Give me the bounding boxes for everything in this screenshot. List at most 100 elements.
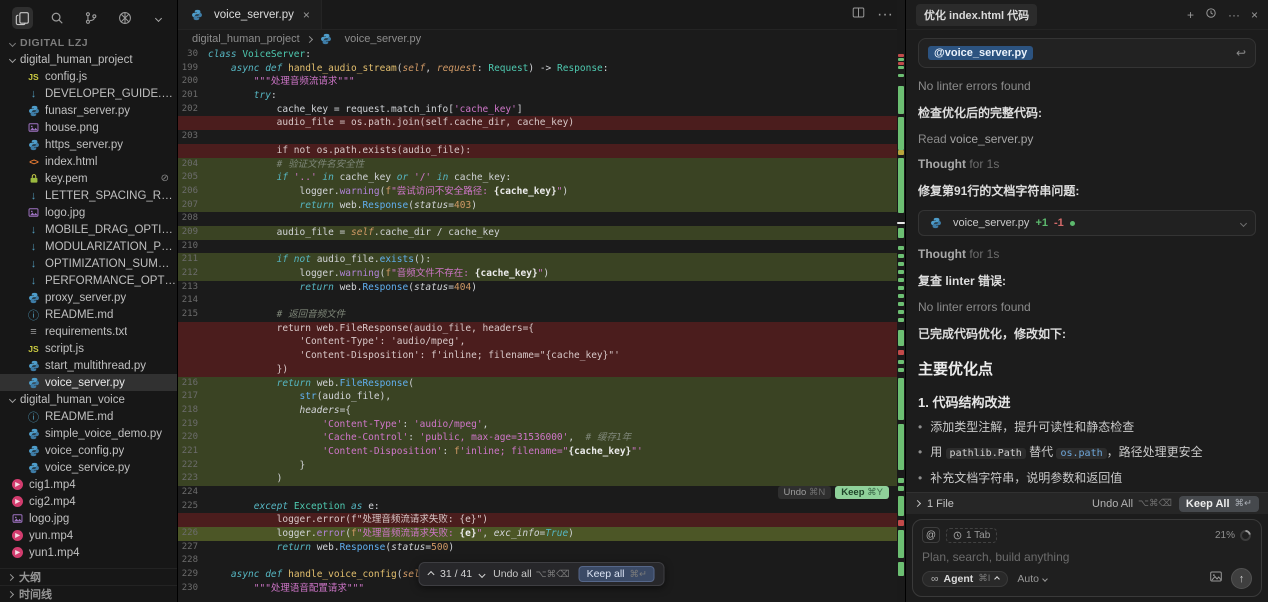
file-change-card[interactable]: voice_server.py+1-1 [918, 210, 1256, 236]
code-line[interactable]: }) [178, 363, 897, 377]
more-actions-icon[interactable]: ··· [877, 6, 893, 24]
tree-item[interactable]: voice_server.py [0, 374, 177, 391]
tool-call[interactable]: Read voice_server.py [918, 132, 1256, 146]
tree-item[interactable]: ≡requirements.txt [0, 323, 177, 340]
timeline-section[interactable]: 时间线 [0, 585, 177, 602]
tree-item[interactable]: JSconfig.js [0, 68, 177, 85]
code-line[interactable]: 227 return web.Response(status=500) [178, 541, 897, 555]
new-chat-icon[interactable]: + [1187, 8, 1194, 22]
tree-item[interactable]: ↓OPTIMIZATION_SUMMARY.... [0, 255, 177, 272]
tree-item[interactable]: ↓PERFORMANCE_OPTIMIZA... [0, 272, 177, 289]
tree-item[interactable]: https_server.py [0, 136, 177, 153]
split-editor-icon[interactable] [852, 6, 865, 24]
undo-all-button[interactable]: Undo All⌥⌘⌫ [1092, 498, 1172, 510]
code-line[interactable]: 208 [178, 212, 897, 226]
explorer-icon[interactable] [12, 7, 33, 29]
code-line[interactable]: 219 'Content-Type': 'audio/mpeg', [178, 418, 897, 432]
attach-image-icon[interactable] [1209, 570, 1223, 588]
thought-summary[interactable]: Thought for 1s [918, 157, 1256, 171]
code-line[interactable]: 217 str(audio_file), [178, 390, 897, 404]
code-line[interactable]: 'Content-Type': 'audio/mpeg', [178, 335, 897, 349]
send-button[interactable]: ↑ [1231, 568, 1252, 589]
code-line[interactable]: 214 [178, 294, 897, 308]
code-line[interactable]: 204 # 验证文件名安全性 [178, 158, 897, 172]
tree-item[interactable]: voice_config.py [0, 442, 177, 459]
close-icon[interactable]: × [303, 8, 310, 22]
code-line[interactable]: 203 [178, 130, 897, 144]
tree-item[interactable]: start_multithread.py [0, 357, 177, 374]
code-line[interactable]: logger.error(f"处理音频流请求失败: {e}") [178, 513, 897, 527]
tree-item[interactable]: ▶cig2.mp4 [0, 493, 177, 510]
tab-voice-server[interactable]: voice_server.py × [178, 0, 322, 29]
tree-item[interactable]: simple_voice_demo.py [0, 425, 177, 442]
tree-item[interactable]: <>index.html [0, 153, 177, 170]
add-context-button[interactable]: @ [922, 527, 940, 543]
code-line[interactable]: return web.FileResponse(audio_file, head… [178, 322, 897, 336]
code-line[interactable]: 'Content-Disposition': f'inline; filenam… [178, 349, 897, 363]
code-line[interactable]: if not os.path.exists(audio_file): [178, 144, 897, 158]
search-icon[interactable] [46, 7, 67, 29]
chevron-down-icon[interactable] [1240, 219, 1247, 226]
tree-item[interactable]: logo.jpg [0, 204, 177, 221]
tree-item[interactable]: ↓MOBILE_DRAG_OPTIMIZATI... [0, 221, 177, 238]
tree-item[interactable]: house.png [0, 119, 177, 136]
tree-item[interactable]: ⓘREADME.md [0, 306, 177, 323]
code-line[interactable]: 199 async def handle_audio_stream(self, … [178, 62, 897, 76]
tree-item[interactable]: JSscript.js [0, 340, 177, 357]
code-line[interactable]: 206 logger.warning(f"尝试访问不安全路径: {cache_k… [178, 185, 897, 199]
code-line[interactable]: 207 return web.Response(status=403) [178, 199, 897, 213]
tree-item[interactable]: ↓MODULARIZATION_PLAN.md [0, 238, 177, 255]
breadcrumb-folder[interactable]: digital_human_project [192, 33, 300, 45]
tab-context-chip[interactable]: 1 Tab [946, 528, 997, 543]
tree-folder[interactable]: digital_human_project [0, 51, 177, 68]
code-line[interactable]: 221 'Content-Disposition': f'inline; fil… [178, 445, 897, 459]
undo-change-button[interactable]: Undo ⌘N [778, 486, 832, 499]
code-line[interactable]: 213 return web.Response(status=404) [178, 281, 897, 295]
code-line[interactable]: 201 try: [178, 89, 897, 103]
chevron-up-icon[interactable] [427, 570, 434, 577]
model-selector[interactable]: Auto [1017, 573, 1047, 585]
code-area[interactable]: 30class VoiceServer:199 async def handle… [178, 48, 897, 602]
tree-item[interactable]: ▶cig1.mp4 [0, 476, 177, 493]
code-line[interactable]: 216 return web.FileResponse( [178, 377, 897, 391]
undo-all-button[interactable]: Undo all⌥⌘⌫ [493, 568, 569, 580]
tree-item[interactable]: ▶yun.mp4 [0, 527, 177, 544]
keep-all-button[interactable]: Keep All⌘↵ [1179, 496, 1259, 512]
resend-icon[interactable]: ↩ [1236, 46, 1246, 60]
tree-item[interactable]: ▶yun1.mp4 [0, 544, 177, 561]
breadcrumb-file[interactable]: voice_server.py [345, 33, 421, 45]
history-icon[interactable] [1205, 7, 1217, 22]
file-mention-pill[interactable]: @voice_server.py [928, 46, 1033, 60]
code-line[interactable]: 215 # 返回音频文件 [178, 308, 897, 322]
extensions-icon[interactable] [114, 7, 135, 29]
tree-item[interactable]: key.pem⊘ [0, 170, 177, 187]
tree-item[interactable]: funasr_server.py [0, 102, 177, 119]
files-changed-label[interactable]: 1 File [927, 498, 954, 510]
source-control-icon[interactable] [80, 7, 101, 29]
keep-change-button[interactable]: Keep ⌘Y [835, 486, 889, 499]
tree-item[interactable]: ↓DEVELOPER_GUIDE.md [0, 85, 177, 102]
agent-mode-selector[interactable]: ∞ Agent ⌘I [922, 571, 1008, 587]
chevron-right-icon[interactable] [914, 500, 921, 507]
code-line[interactable]: 202 cache_key = request.match_info['cach… [178, 103, 897, 117]
tree-folder[interactable]: digital_human_voice [0, 391, 177, 408]
code-line[interactable]: audio_file = os.path.join(self.cache_dir… [178, 116, 897, 130]
tree-item[interactable]: logo.jpg [0, 510, 177, 527]
code-line[interactable]: 225 except Exception as e: [178, 500, 897, 514]
code-line[interactable]: 209 audio_file = self.cache_dir / cache_… [178, 226, 897, 240]
code-line[interactable]: 30class VoiceServer: [178, 48, 897, 62]
close-icon[interactable]: × [1251, 8, 1258, 22]
outline-section[interactable]: 大纲 [0, 568, 177, 585]
chat-input[interactable]: Plan, search, build anything [922, 550, 1252, 564]
chevron-down-icon[interactable] [148, 7, 169, 29]
code-line[interactable]: 218 headers={ [178, 404, 897, 418]
more-actions-icon[interactable]: ··· [1228, 8, 1240, 22]
chat-tab[interactable]: 优化 index.html 代码 [916, 4, 1037, 26]
code-line[interactable]: 211 if not audio_file.exists(): [178, 253, 897, 267]
chevron-down-icon[interactable] [478, 570, 485, 577]
workspace-header[interactable]: DIGITAL LZJ [0, 34, 177, 51]
tree-item[interactable]: ↓LETTER_SPACING_REMOV... [0, 187, 177, 204]
tree-item[interactable]: ⓘREADME.md [0, 408, 177, 425]
code-line[interactable]: 220 'Cache-Control': 'public, max-age=31… [178, 431, 897, 445]
keep-all-button[interactable]: Keep all⌘↵ [579, 566, 655, 582]
